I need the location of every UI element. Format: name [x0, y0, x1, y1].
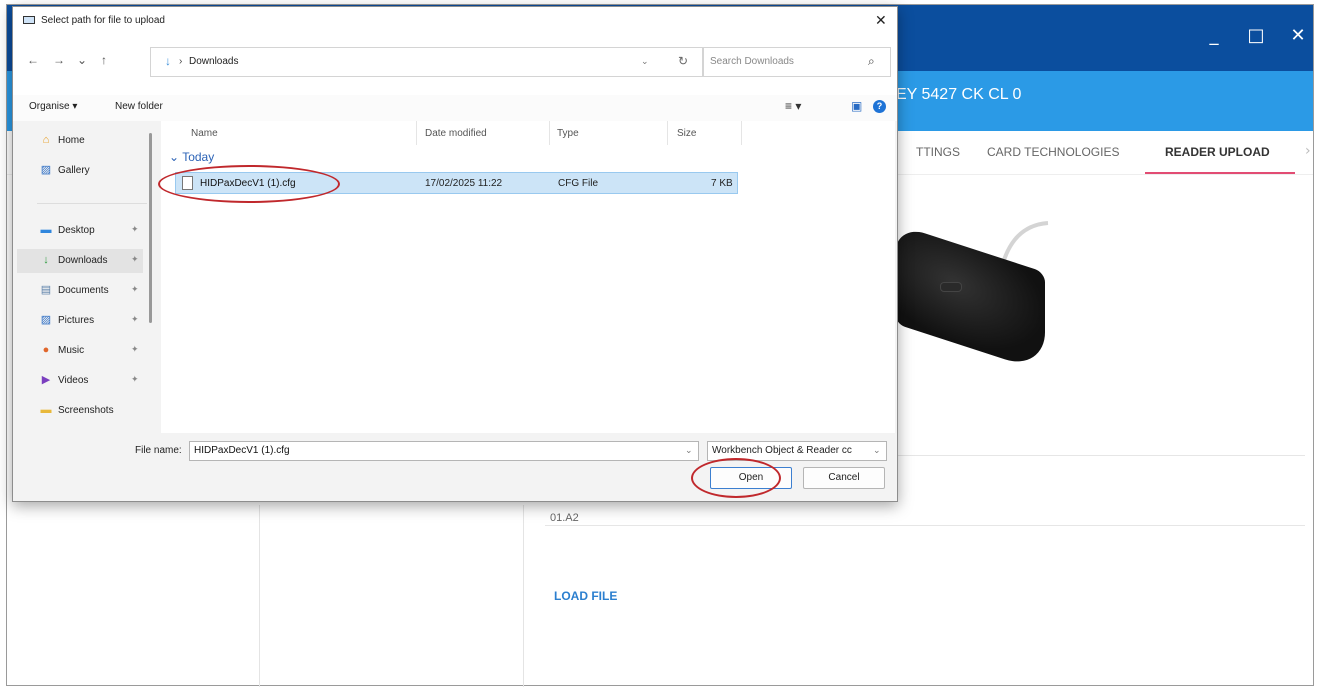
- tab-card-technologies[interactable]: CARD TECHNOLOGIES: [987, 145, 1119, 159]
- home-icon: ⌂: [42, 134, 50, 146]
- active-tab-indicator: [1145, 172, 1295, 174]
- maximize-button[interactable]: □: [1241, 25, 1271, 46]
- navigation-bar: ← → ⌄ ↑ ↓ › Downloads ⌄ ↻ Search Downloa…: [13, 35, 897, 95]
- column-header-type[interactable]: Type: [557, 128, 579, 139]
- cancel-button[interactable]: Cancel: [803, 467, 885, 489]
- sidebar-item-label: Home: [58, 135, 85, 146]
- pin-icon: ✦: [131, 374, 139, 384]
- sidebar-item-gallery[interactable]: ▨ Gallery: [17, 159, 143, 183]
- pictures-icon: ▨: [40, 314, 52, 326]
- gallery-icon: ▨: [40, 164, 52, 176]
- column-header-date[interactable]: Date modified: [425, 128, 487, 139]
- sidebar-scrollbar[interactable]: [149, 133, 152, 323]
- load-file-button[interactable]: LOAD FILE: [554, 589, 617, 603]
- sidebar-item-label: Screenshots: [58, 405, 114, 416]
- search-input[interactable]: Search Downloads ⌕: [703, 47, 891, 77]
- tab-settings[interactable]: TTINGS: [916, 145, 960, 159]
- sidebar-item-desktop[interactable]: ▬ Desktop ✦: [17, 219, 143, 243]
- sidebar-item-label: Videos: [58, 375, 89, 386]
- help-icon[interactable]: ?: [873, 100, 886, 113]
- left-panel-divider: [259, 505, 260, 687]
- sidebar-item-label: Pictures: [58, 315, 95, 326]
- view-options-icon[interactable]: ≡ ▾: [785, 99, 801, 113]
- file-open-dialog: Select path for file to upload ✕ ← → ⌄ ↑…: [12, 6, 898, 502]
- preview-pane-icon[interactable]: ▣: [851, 99, 862, 113]
- dialog-titlebar: Select path for file to upload ✕: [13, 7, 897, 35]
- pin-icon: ✦: [131, 254, 139, 264]
- refresh-icon[interactable]: ↻: [678, 54, 688, 68]
- column-separator[interactable]: [667, 121, 668, 145]
- file-size: 7 KB: [711, 178, 733, 189]
- sidebar-item-home[interactable]: ⌂ Home: [17, 129, 143, 153]
- dialog-app-icon: [23, 16, 35, 24]
- row-divider: [897, 455, 1305, 456]
- group-header-today[interactable]: ⌄ Today: [169, 150, 214, 164]
- tab-scroll-right-icon[interactable]: ›: [1305, 143, 1311, 159]
- command-bar: Organise ▾ New folder ≡ ▾ ▣ ?: [13, 95, 897, 121]
- file-type-dropdown-icon[interactable]: ⌄: [873, 445, 881, 456]
- sidebar-item-label: Documents: [58, 285, 109, 296]
- sidebar-item-music[interactable]: ● Music ✦: [17, 339, 143, 363]
- dialog-title: Select path for file to upload: [41, 15, 165, 26]
- minimize-button[interactable]: _: [1199, 25, 1229, 46]
- downloads-folder-icon: ↓: [165, 54, 171, 68]
- forward-icon[interactable]: →: [53, 53, 65, 67]
- recent-locations-icon[interactable]: ⌄: [77, 53, 87, 67]
- videos-icon: ▶: [41, 374, 51, 386]
- organise-menu[interactable]: Organise ▾: [29, 101, 77, 112]
- file-date: 17/02/2025 11:22: [425, 178, 503, 189]
- breadcrumb-separator-icon: ›: [179, 56, 183, 67]
- address-dropdown-icon[interactable]: ⌄: [641, 56, 649, 67]
- pin-icon: ✦: [131, 344, 139, 354]
- pin-icon: ✦: [131, 284, 139, 294]
- chevron-down-icon: ⌄: [169, 150, 180, 164]
- annotation-circle-file: [158, 165, 340, 203]
- sidebar-item-documents[interactable]: ▤ Documents ✦: [17, 279, 143, 303]
- reader-led: [940, 282, 962, 292]
- column-separator[interactable]: [741, 121, 742, 145]
- desktop-icon: ▬: [40, 224, 52, 236]
- sidebar-divider: [37, 203, 147, 204]
- sidebar-item-screenshots[interactable]: ▬ Screenshots: [17, 399, 143, 423]
- group-label: Today: [182, 150, 215, 164]
- search-placeholder: Search Downloads: [710, 56, 794, 67]
- reader-title: EY 5427 CK CL 0: [896, 86, 1022, 103]
- sidebar-item-label: Desktop: [58, 225, 95, 236]
- documents-icon: ▤: [40, 284, 52, 296]
- breadcrumb-downloads[interactable]: Downloads: [189, 56, 238, 67]
- sidebar-item-label: Gallery: [58, 165, 90, 176]
- back-icon[interactable]: ←: [27, 53, 39, 67]
- file-name-dropdown-icon[interactable]: ⌄: [685, 445, 693, 456]
- search-icon: ⌕: [868, 54, 875, 68]
- sidebar-item-videos[interactable]: ▶ Videos ✦: [17, 369, 143, 393]
- column-header-size[interactable]: Size: [677, 128, 696, 139]
- address-bar[interactable]: ↓ › Downloads ⌄ ↻: [150, 47, 703, 77]
- close-button[interactable]: ✕: [1283, 25, 1313, 46]
- column-header-name[interactable]: Name: [191, 128, 218, 139]
- new-folder-button[interactable]: New folder: [115, 101, 163, 112]
- sidebar-item-label: Music: [58, 345, 85, 356]
- column-separator[interactable]: [549, 121, 550, 145]
- firmware-version: 01.A2: [550, 512, 579, 524]
- pin-icon: ✦: [131, 314, 139, 324]
- row-divider: [545, 525, 1305, 526]
- content-divider: [523, 505, 524, 687]
- file-name-label: File name:: [135, 445, 182, 456]
- column-separator[interactable]: [416, 121, 417, 145]
- annotation-circle-open: [691, 458, 781, 498]
- tab-reader-upload[interactable]: READER UPLOAD: [1165, 145, 1270, 159]
- sidebar-item-pictures[interactable]: ▨ Pictures ✦: [17, 309, 143, 333]
- up-folder-icon[interactable]: ↑: [101, 53, 107, 67]
- music-icon: ●: [42, 344, 50, 356]
- dialog-close-icon[interactable]: ✕: [875, 12, 887, 29]
- navigation-pane: ⌂ Home ▨ Gallery ▬ Desktop ✦ ↓ Downloads…: [13, 121, 159, 433]
- folder-icon: ▬: [40, 404, 52, 416]
- pin-icon: ✦: [131, 224, 139, 234]
- sidebar-item-downloads[interactable]: ↓ Downloads ✦: [17, 249, 143, 273]
- downloads-icon: ↓: [43, 254, 49, 266]
- file-name-input[interactable]: HIDPaxDecV1 (1).cfg: [189, 441, 699, 461]
- file-type: CFG File: [558, 178, 598, 189]
- sidebar-item-label: Downloads: [58, 255, 108, 266]
